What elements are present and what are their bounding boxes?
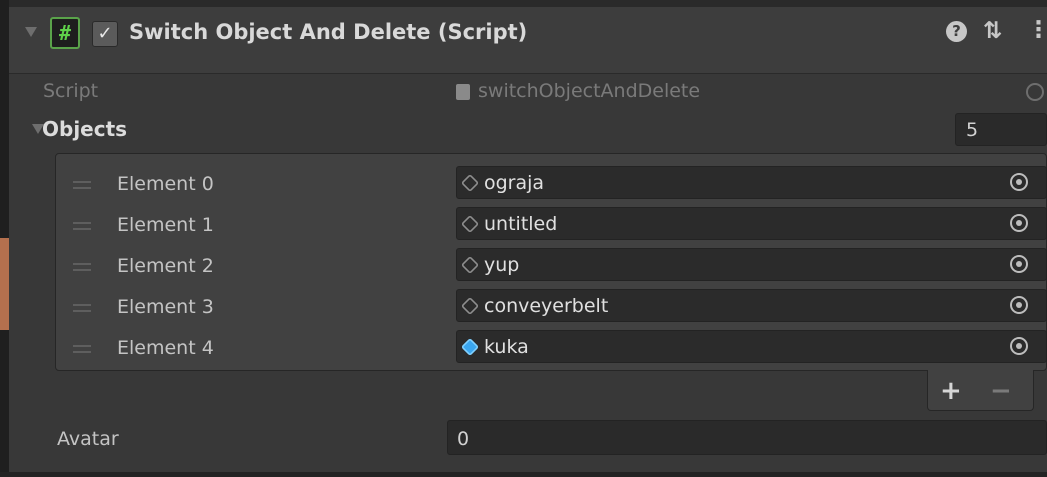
script-picker-icon — [1026, 83, 1044, 101]
script-icon: # — [50, 17, 80, 49]
element-label: Element 2 — [117, 255, 214, 277]
presets-icon[interactable]: ⇅ — [983, 18, 1002, 44]
element-label: Element 3 — [117, 296, 214, 318]
reorder-handle-icon[interactable] — [73, 263, 91, 271]
object-picker-icon[interactable] — [1010, 255, 1028, 273]
object-field-value: yup — [484, 254, 520, 276]
object-field-value: conveyerbelt — [484, 295, 609, 317]
reorder-handle-icon[interactable] — [73, 304, 91, 312]
reorder-handle-icon[interactable] — [73, 222, 91, 230]
script-field-value: switchObjectAndDelete — [478, 80, 701, 102]
object-field-value: kuka — [484, 336, 529, 358]
window-bottom-strip — [0, 472, 1047, 477]
object-picker-icon[interactable] — [1010, 214, 1028, 232]
component-title: Switch Object And Delete (Script) — [129, 20, 528, 44]
object-picker-icon[interactable] — [1010, 337, 1028, 355]
window-top-strip — [0, 0, 1047, 7]
reorder-handle-icon[interactable] — [73, 181, 91, 189]
help-icon[interactable]: ? — [946, 21, 967, 42]
object-picker-icon[interactable] — [1010, 173, 1028, 191]
script-label: Script — [43, 80, 99, 102]
foldout-arrow-icon[interactable] — [25, 27, 37, 37]
element-label: Element 1 — [117, 214, 214, 236]
avatar-field[interactable] — [447, 420, 1047, 455]
object-field[interactable] — [456, 166, 1047, 199]
object-field-value: untitled — [484, 213, 558, 235]
remove-element-button[interactable]: − — [990, 376, 1012, 406]
objects-label[interactable]: Objects — [42, 116, 127, 142]
element-label: Element 0 — [117, 173, 214, 195]
add-element-button[interactable]: + — [940, 376, 962, 406]
element-label: Element 4 — [117, 337, 214, 359]
avatar-field-value: 0 — [457, 428, 470, 450]
left-edge-accent — [0, 238, 9, 330]
array-size-field[interactable]: 5 — [955, 113, 1047, 146]
reorder-handle-icon[interactable] — [73, 345, 91, 353]
menu-icon[interactable]: ⋮ — [1027, 17, 1047, 43]
avatar-label: Avatar — [57, 428, 119, 450]
object-field[interactable] — [456, 248, 1047, 281]
object-field[interactable] — [456, 330, 1047, 363]
object-field-value: ograja — [484, 172, 545, 194]
script-file-icon — [456, 84, 470, 100]
component-enabled-checkbox[interactable]: ✓ — [92, 21, 118, 47]
object-picker-icon[interactable] — [1010, 296, 1028, 314]
